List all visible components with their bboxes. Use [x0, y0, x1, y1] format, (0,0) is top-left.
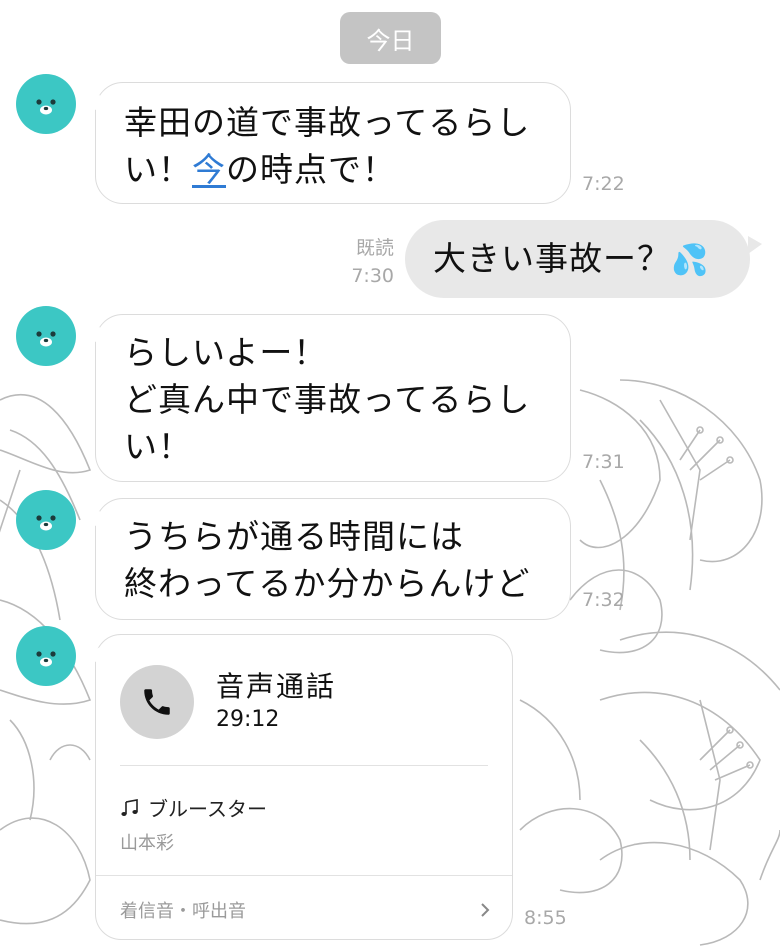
message-text: らしいよー！ ど真ん中で事故ってるらし い！	[124, 333, 531, 466]
bear-face-icon	[36, 331, 56, 347]
music-note-icon	[121, 798, 138, 816]
call-title: 音声通話	[216, 670, 337, 703]
divider	[120, 765, 488, 766]
sweat-droplets-icon: 💦	[671, 243, 710, 278]
ringtone-song[interactable]: ブルースター	[120, 793, 267, 822]
avatar[interactable]	[16, 626, 76, 686]
date-separator: 今日	[340, 12, 441, 64]
ringtone-label: 着信音・呼出音	[120, 901, 246, 922]
call-duration: 29:12	[216, 707, 280, 732]
message-time: 7:30	[351, 265, 394, 287]
song-title: ブルースター	[148, 797, 267, 821]
message-bubble[interactable]: うちらが通る時間には 終わってるか分からんけど	[86, 498, 571, 620]
divider	[96, 875, 512, 876]
message-text: い！	[124, 150, 192, 189]
message-time: 7:32	[582, 589, 625, 611]
message-text: うちらが通る時間には 終わってるか分からんけど	[124, 517, 531, 603]
phone-icon	[144, 689, 170, 715]
message-bubble-outgoing[interactable]: 大きい事故ー？💦	[405, 220, 762, 298]
message-link[interactable]: 今	[192, 150, 226, 189]
message-text: の時点で！	[226, 150, 396, 189]
voice-call-card[interactable]: 音声通話 29:12 ブルースター 山本彩 着信音・呼出音	[86, 634, 513, 940]
ringtone-settings-row[interactable]: 着信音・呼出音	[120, 893, 492, 927]
chevron-right-icon	[481, 903, 490, 917]
message-text: 大きい事故ー？	[433, 239, 671, 278]
bear-face-icon	[36, 515, 56, 531]
avatar[interactable]	[16, 74, 76, 134]
message-bubble[interactable]: 幸田の道で事故ってるらし い！今の時点で！	[86, 82, 571, 204]
song-artist: 山本彩	[120, 833, 174, 854]
message-bubble[interactable]: らしいよー！ ど真ん中で事故ってるらし い！	[86, 314, 571, 482]
bear-face-icon	[36, 651, 56, 667]
message-text: 幸田の道で事故ってるらし	[124, 103, 531, 142]
read-receipt: 既読	[355, 237, 394, 259]
message-time: 7:31	[582, 451, 625, 473]
message-time: 8:55	[524, 907, 567, 929]
call-button[interactable]	[120, 665, 194, 739]
message-time: 7:22	[582, 173, 625, 195]
avatar[interactable]	[16, 490, 76, 550]
bear-face-icon	[36, 99, 56, 115]
avatar[interactable]	[16, 306, 76, 366]
